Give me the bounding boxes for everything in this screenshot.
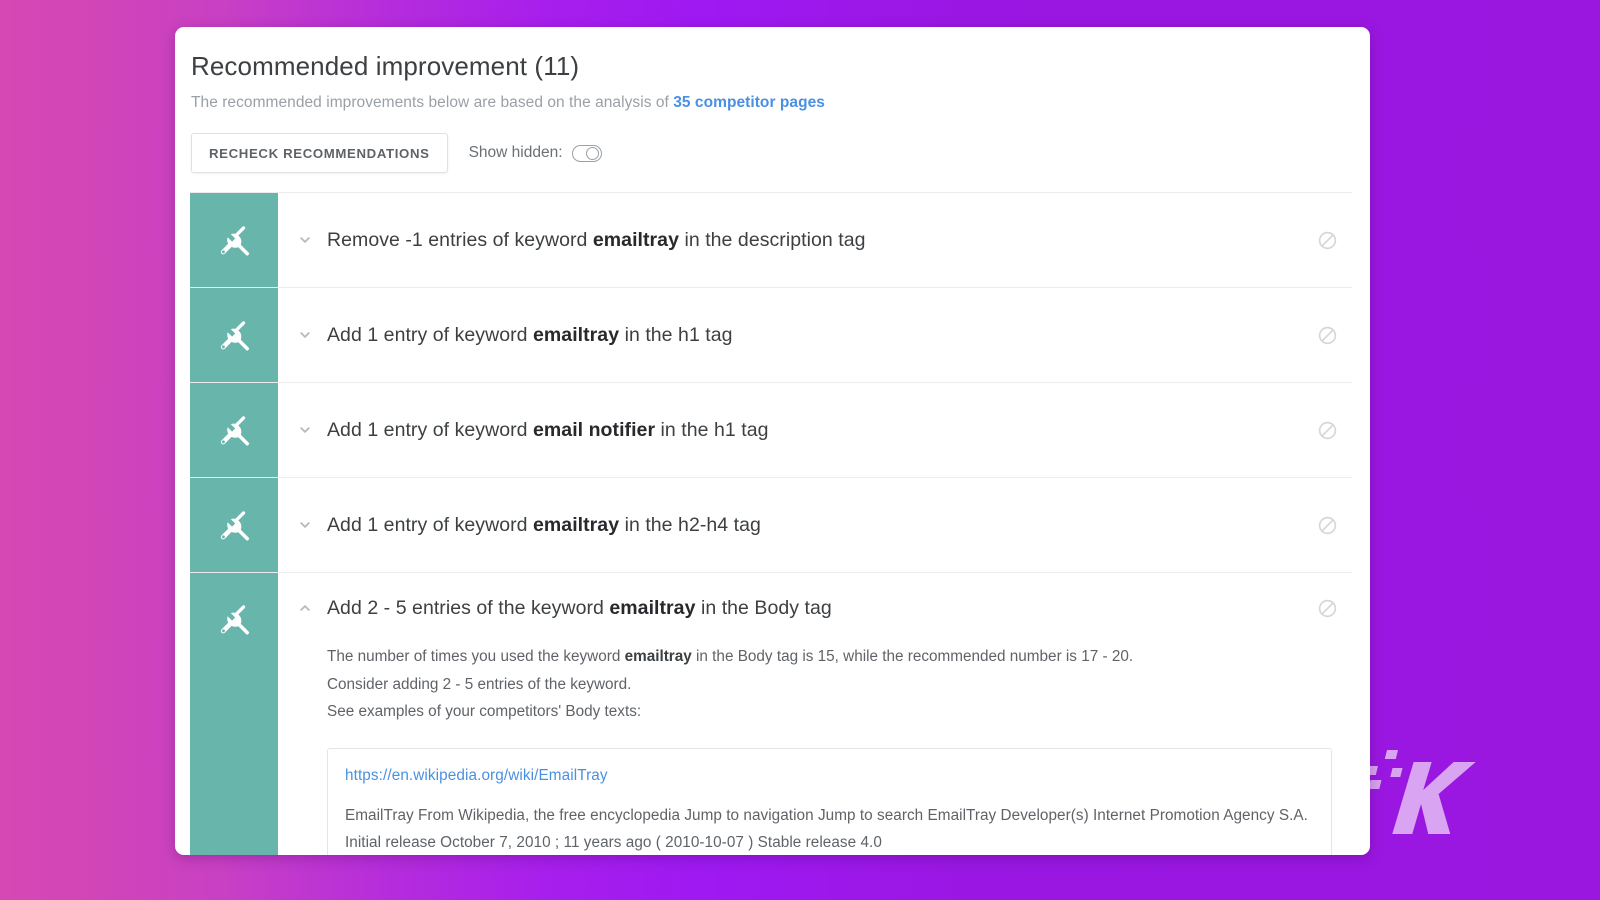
recommendation-body: Add 1 entry of keyword emailtray in the …	[278, 478, 1352, 572]
recommendation-row-2[interactable]: Add 1 entry of keyword emailtray in the …	[190, 288, 1352, 383]
subtitle-text: The recommended improvements below are b…	[191, 94, 674, 111]
detail-line-1: The number of times you used the keyword…	[327, 648, 1134, 665]
recommendation-icon-cell	[190, 383, 278, 477]
recommendation-body: Add 1 entry of keyword emailtray in the …	[278, 288, 1352, 382]
recommendation-keyword: emailtray	[533, 324, 620, 346]
block-icon[interactable]	[1317, 598, 1338, 619]
show-hidden-toggle[interactable]	[571, 144, 602, 162]
show-hidden-control: Show hidden:	[469, 144, 602, 162]
recommendation-keyword: emailtray	[592, 229, 679, 251]
toolbar: RECHECK RECOMMENDATIONS Show hidden:	[191, 133, 1370, 173]
detail-keyword: emailtray	[624, 648, 692, 665]
chevron-down-icon[interactable]	[296, 326, 314, 344]
recommendation-row-4[interactable]: Add 1 entry of keyword emailtray in the …	[190, 478, 1352, 573]
recommendation-title: Add 2 - 5 entries of the keyword emailtr…	[327, 597, 832, 619]
recommendation-title: Add 1 entry of keyword emailtray in the …	[327, 324, 733, 346]
recommendation-row-5[interactable]: Add 2 - 5 entries of the keyword emailtr…	[190, 573, 1352, 855]
recommendation-title: Remove -1 entries of keyword emailtray i…	[327, 229, 866, 251]
block-icon[interactable]	[1317, 515, 1338, 536]
tools-icon	[220, 605, 249, 635]
recommendation-main: Remove -1 entries of keyword emailtray i…	[296, 193, 1352, 287]
recommendation-row-1[interactable]: Remove -1 entries of keyword emailtray i…	[190, 193, 1352, 288]
chevron-up-icon[interactable]	[296, 599, 314, 617]
competitor-example-box: https://en.wikipedia.org/wiki/EmailTray E…	[327, 747, 1332, 855]
tools-icon	[220, 321, 249, 351]
recommendation-title: Add 1 entry of keyword email notifier in…	[327, 419, 769, 441]
recommendation-main: Add 1 entry of keyword email notifier in…	[296, 383, 1352, 477]
recheck-recommendations-button[interactable]: RECHECK RECOMMENDATIONS	[191, 133, 448, 173]
recommendation-title: Add 1 entry of keyword emailtray in the …	[327, 514, 761, 536]
block-icon[interactable]	[1317, 230, 1338, 251]
recommendation-detail: The number of times you used the keyword…	[296, 643, 1352, 855]
page-title: Recommended improvement (11)	[191, 51, 580, 81]
chevron-down-icon[interactable]	[296, 421, 314, 439]
recommendation-main: Add 1 entry of keyword emailtray in the …	[296, 478, 1352, 572]
competitor-example-snippet: EmailTray From Wikipedia, the free encyc…	[345, 806, 1308, 851]
recommendation-keyword: emailtray	[609, 597, 696, 619]
recommendation-body: Remove -1 entries of keyword emailtray i…	[278, 193, 1352, 287]
recommendation-icon-cell	[190, 193, 278, 287]
competitor-pages-link[interactable]: 35 competitor pages	[673, 94, 825, 111]
recommendation-body: Add 2 - 5 entries of the keyword emailtr…	[278, 573, 1352, 855]
recommendations-card: Recommended improvement (11) The recomme…	[175, 27, 1370, 855]
chevron-down-icon[interactable]	[296, 516, 314, 534]
detail-line-3: See examples of your competitors' Body t…	[327, 703, 642, 720]
tools-icon	[220, 416, 249, 446]
recommendation-main: Add 2 - 5 entries of the keyword emailtr…	[296, 573, 1352, 643]
competitor-example-url[interactable]: https://en.wikipedia.org/wiki/EmailTray	[345, 764, 1314, 788]
chevron-down-icon[interactable]	[296, 231, 314, 249]
block-icon[interactable]	[1317, 325, 1338, 346]
tools-icon	[220, 511, 249, 541]
recommendation-row-3[interactable]: Add 1 entry of keyword email notifier in…	[190, 383, 1352, 478]
card-header: Recommended improvement (11) The recomme…	[175, 27, 1370, 173]
recommendation-main: Add 1 entry of keyword emailtray in the …	[296, 288, 1352, 382]
show-hidden-label: Show hidden:	[468, 144, 563, 161]
recommendation-icon-cell	[190, 288, 278, 382]
recommendations-list: Remove -1 entries of keyword emailtray i…	[190, 192, 1352, 855]
recommendation-icon-cell	[190, 478, 278, 572]
tools-icon	[220, 226, 249, 256]
recommendation-body: Add 1 entry of keyword email notifier in…	[278, 383, 1352, 477]
recommendation-keyword: email notifier	[533, 419, 656, 441]
detail-line-2: Consider adding 2 - 5 entries of the key…	[327, 675, 632, 693]
watermark-logo	[1368, 750, 1476, 834]
subtitle: The recommended improvements below are b…	[191, 92, 1370, 114]
block-icon[interactable]	[1317, 420, 1338, 441]
recommendation-icon-cell	[190, 573, 278, 855]
recommendation-keyword: emailtray	[533, 514, 620, 536]
